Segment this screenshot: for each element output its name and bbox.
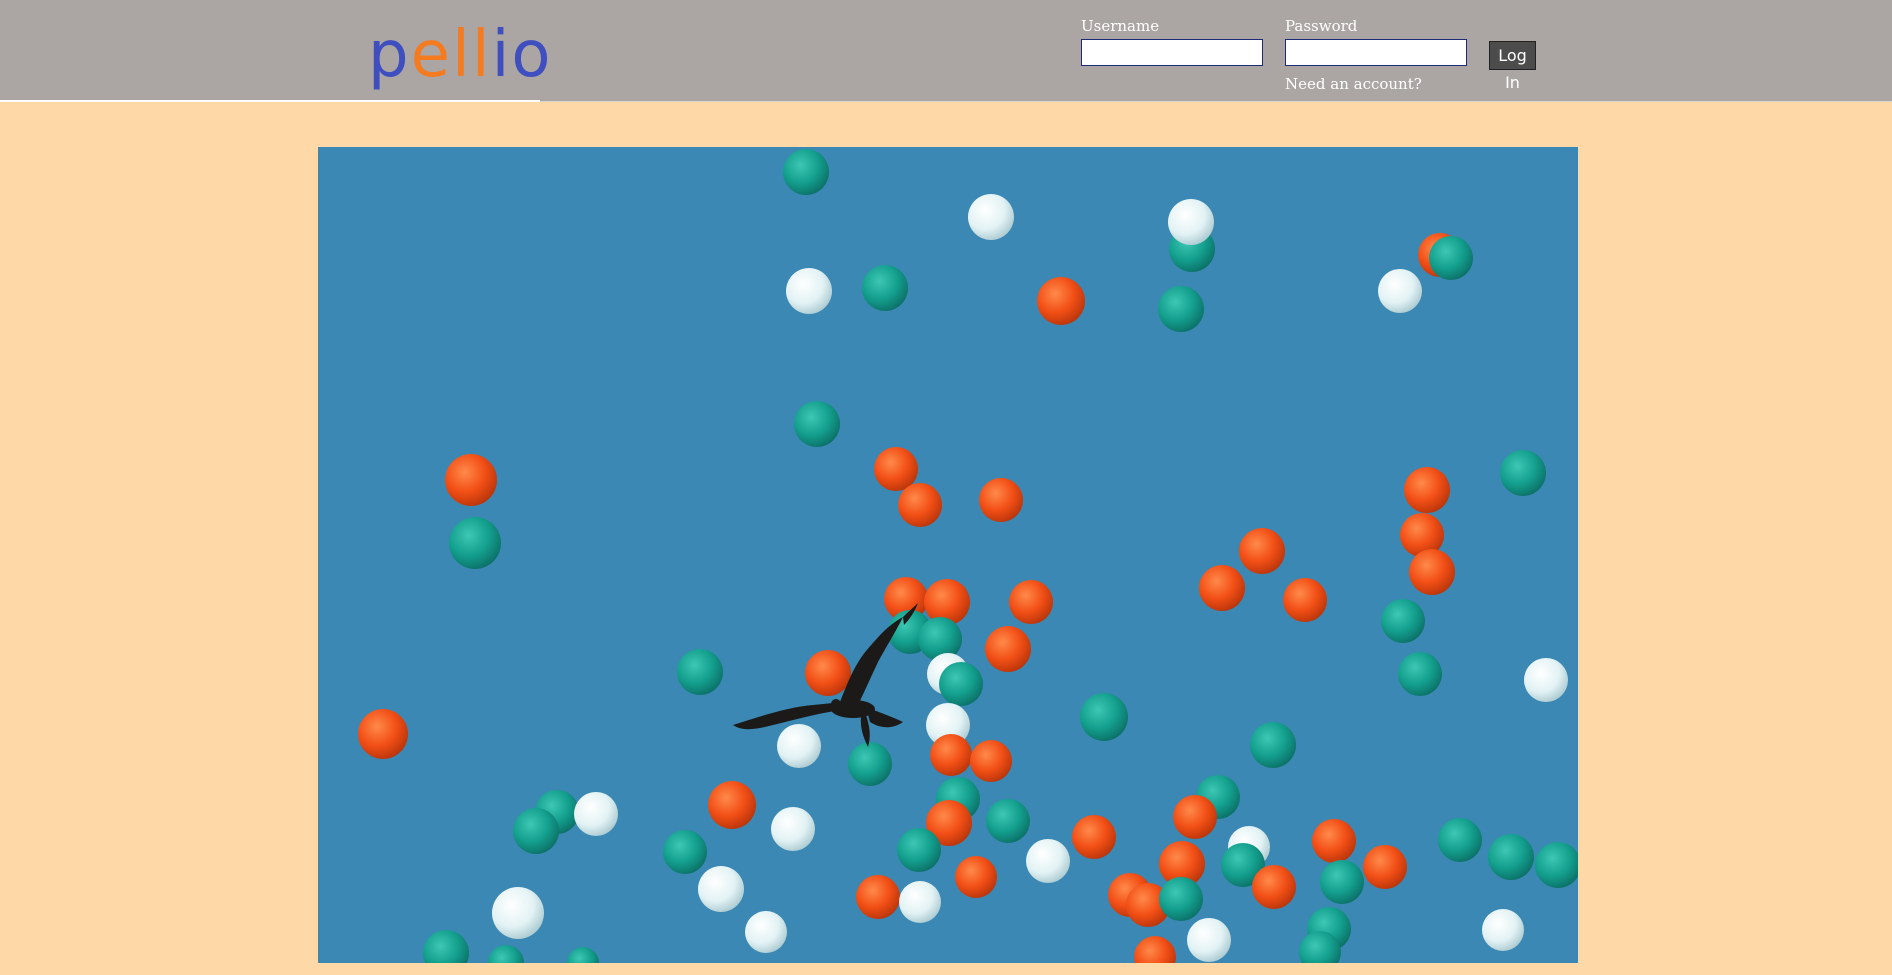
username-input[interactable] [1081, 39, 1263, 66]
logo-letter: l [471, 18, 492, 92]
username-label: Username [1081, 17, 1160, 35]
top-header: pellio Username Password Log In Need an … [0, 0, 1892, 102]
logo-letter: l [452, 18, 472, 92]
password-input[interactable] [1285, 39, 1467, 66]
logo-letter: e [410, 18, 452, 92]
balloons-bird-photo [318, 147, 1578, 963]
pellio-logo[interactable]: pellio [368, 14, 550, 96]
logo-letter: p [368, 18, 411, 92]
hero-image [318, 147, 1578, 963]
logo-letter: i [491, 18, 512, 92]
password-label: Password [1285, 17, 1358, 35]
logo-letter: o [511, 18, 553, 92]
signup-link[interactable]: Need an account? [1285, 75, 1422, 93]
logo-underline [0, 100, 540, 102]
login-button[interactable]: Log In [1489, 41, 1536, 92]
